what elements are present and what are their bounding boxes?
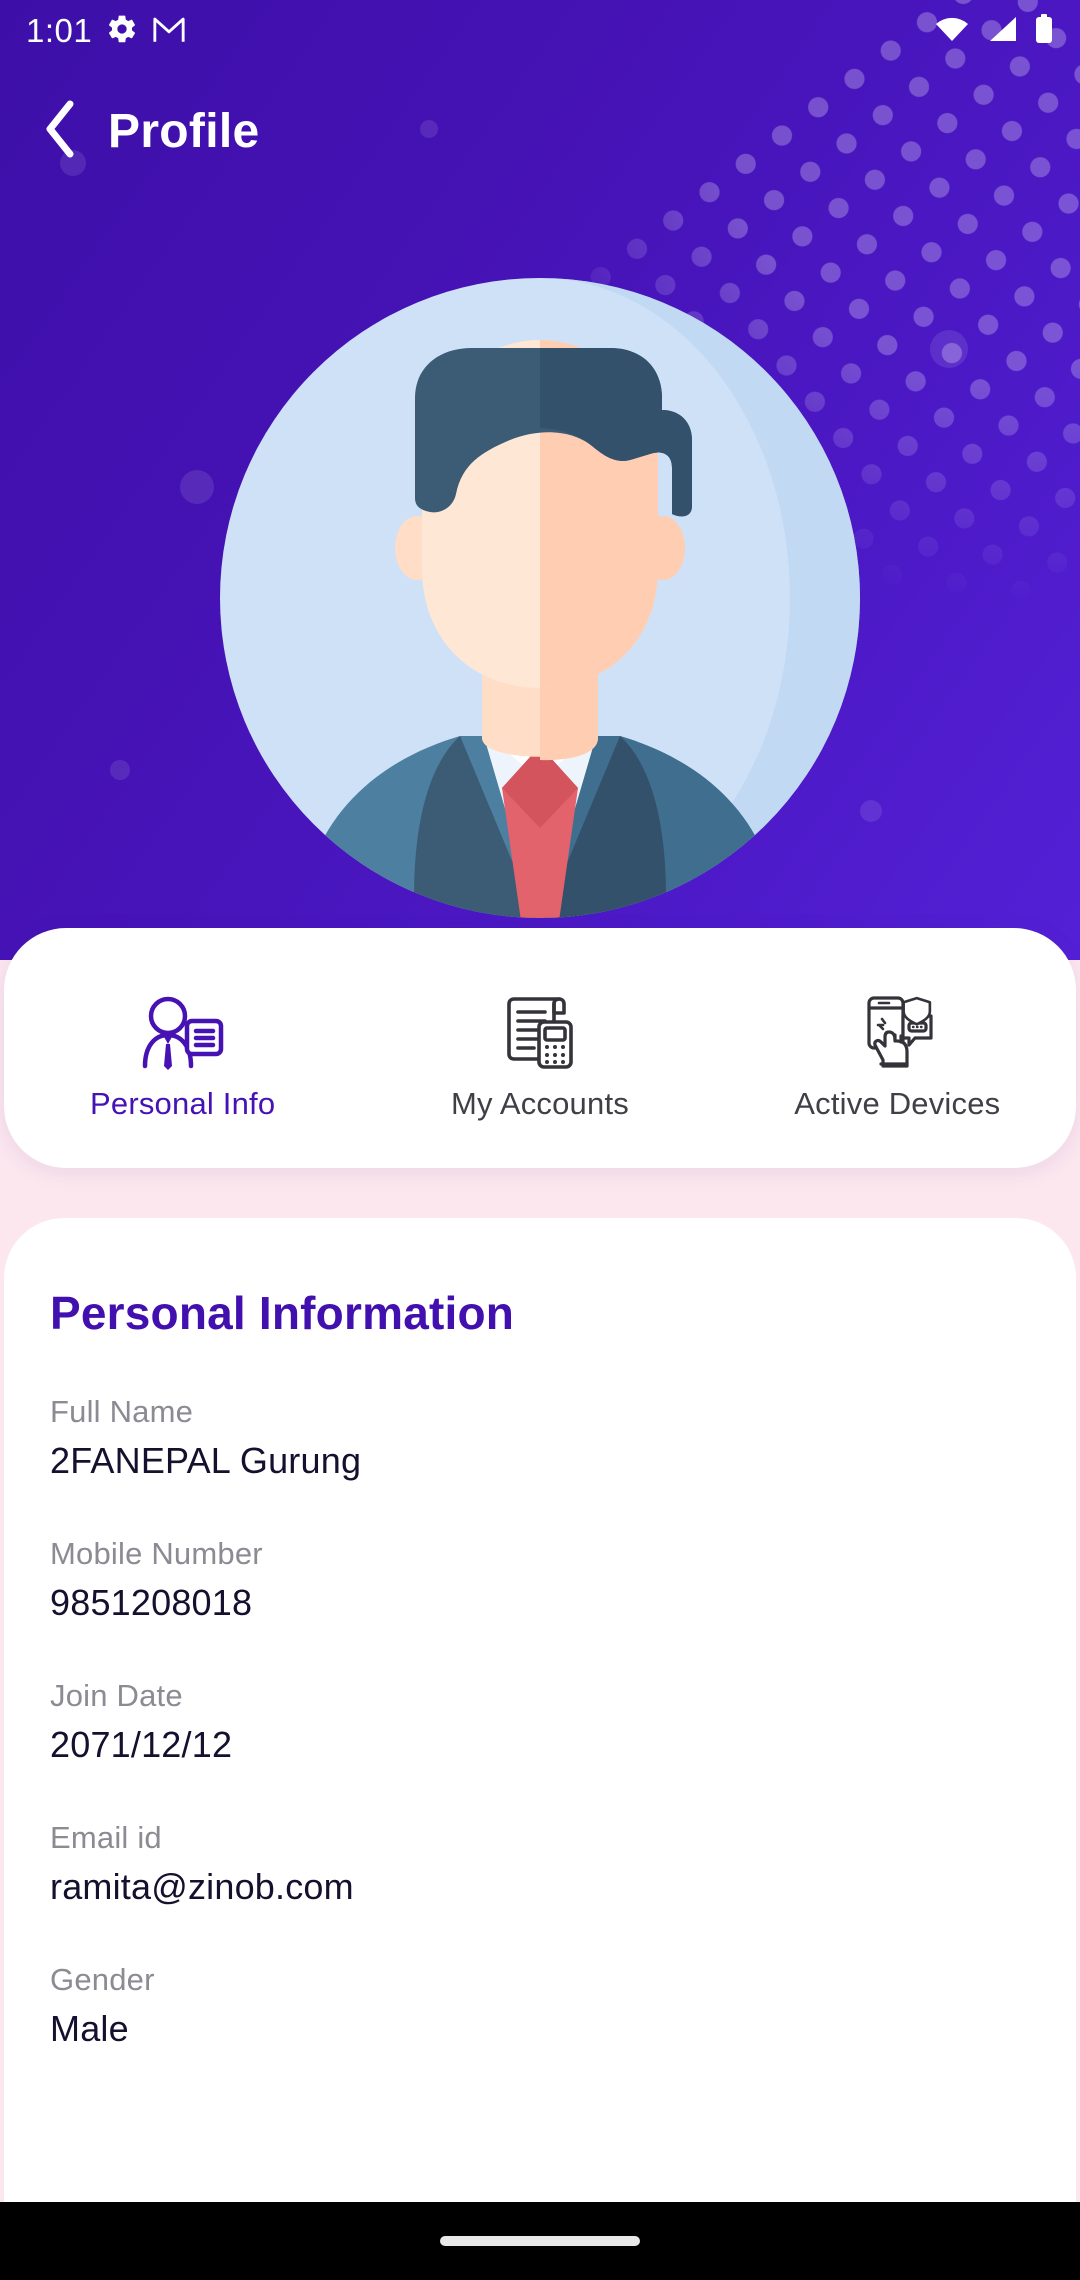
- status-bar-clock: 1:01: [26, 12, 93, 49]
- avatar[interactable]: [210, 268, 870, 928]
- field-label: Full Name: [50, 1394, 194, 1429]
- field-value: 9851208018: [50, 1582, 253, 1623]
- chevron-left-icon: [40, 98, 80, 165]
- tab-label: Active Devices: [794, 1086, 1001, 1121]
- field-mobile-number: Mobile Number 9851208018: [50, 1536, 1030, 1624]
- person-id-card-icon: [141, 992, 225, 1070]
- field-value: ramita@zinob.com: [50, 1866, 354, 1907]
- field-label: Gender: [50, 1962, 155, 1997]
- cellular-signal-icon: [986, 15, 1018, 48]
- wifi-icon: [934, 15, 970, 48]
- tab-label: Personal Info: [90, 1086, 276, 1121]
- field-full-name: Full Name 2FANEPAL Gurung: [50, 1394, 1030, 1482]
- battery-icon: [1034, 13, 1054, 49]
- user-avatar-illustration: [220, 278, 860, 918]
- section-title: Personal Information: [50, 1287, 515, 1339]
- field-value: 2071/12/12: [50, 1724, 233, 1765]
- personal-information-card: Personal Information Full Name 2FANEPAL …: [4, 1218, 1076, 2204]
- field-email-id: Email id ramita@zinob.com: [50, 1820, 1030, 1908]
- tab-personal-info[interactable]: Personal Info: [4, 928, 361, 1168]
- status-bar: 1:01: [0, 0, 1080, 62]
- tab-my-accounts[interactable]: My Accounts: [361, 928, 718, 1168]
- system-navigation-bar: [0, 2202, 1080, 2280]
- gear-icon: [106, 13, 138, 50]
- field-label: Join Date: [50, 1678, 183, 1713]
- phone-screen: 1:01 Profile Personal Info My Accounts A…: [0, 0, 1080, 2280]
- gmail-icon: [152, 13, 186, 50]
- field-value: Male: [50, 2008, 129, 2049]
- field-gender: Gender Male: [50, 1962, 1030, 2050]
- tab-active-devices[interactable]: Active Devices: [719, 928, 1076, 1168]
- back-button[interactable]: [34, 100, 86, 161]
- statement-calculator-icon: [501, 992, 579, 1070]
- profile-tab-bar: Personal Info My Accounts Active Devices: [4, 928, 1076, 1168]
- field-join-date: Join Date 2071/12/12: [50, 1678, 1030, 1766]
- tab-label: My Accounts: [451, 1086, 629, 1121]
- field-value: 2FANEPAL Gurung: [50, 1440, 362, 1481]
- phone-tap-security-icon: [857, 992, 937, 1070]
- field-label: Email id: [50, 1820, 162, 1855]
- page-title: Profile: [108, 104, 260, 158]
- app-bar: Profile: [0, 88, 1080, 174]
- home-gesture-pill[interactable]: [440, 2236, 640, 2246]
- field-label: Mobile Number: [50, 1536, 263, 1571]
